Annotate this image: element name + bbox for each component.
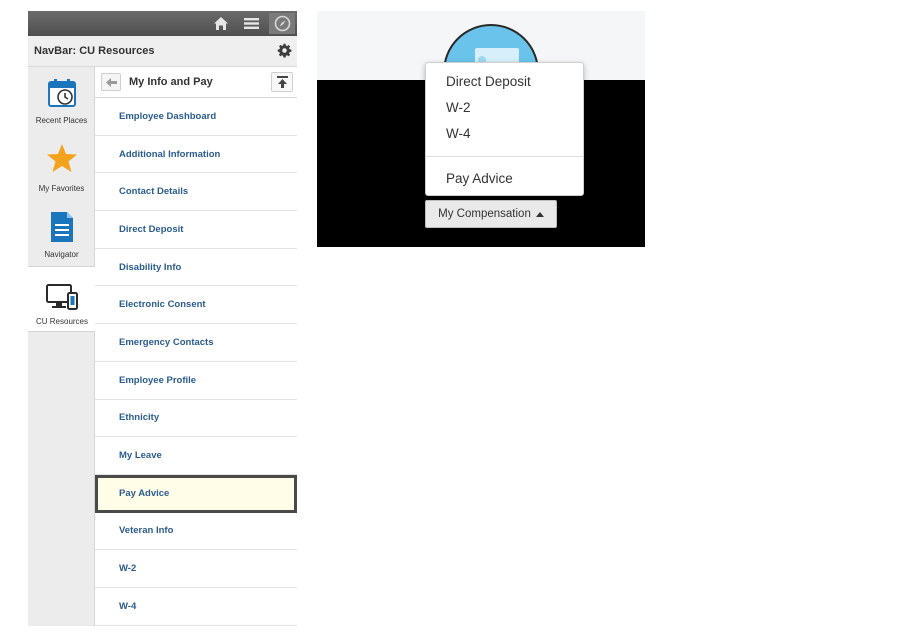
menu-item-veteran-info[interactable]: Veteran Info xyxy=(95,513,297,551)
rail-item-my-favorites[interactable]: My Favorites xyxy=(28,133,95,199)
dropdown-item-pay-advice[interactable]: Pay Advice xyxy=(446,171,513,186)
rail-label: Navigator xyxy=(44,250,79,259)
rail-item-cu-resources[interactable]: CU Resources xyxy=(28,266,96,332)
rail-item-recent-places[interactable]: Recent Places xyxy=(28,67,95,133)
dropdown-divider xyxy=(426,156,583,157)
devices-icon xyxy=(28,283,96,311)
menu-item-disability-info[interactable]: Disability Info xyxy=(95,249,297,287)
rail-label: Recent Places xyxy=(35,116,88,125)
menu-item-employee-dashboard[interactable]: Employee Dashboard xyxy=(95,98,297,136)
hamburger-menu-icon[interactable] xyxy=(241,13,261,34)
rail-label: My Favorites xyxy=(38,184,85,193)
compensation-tile: Direct Deposit W-2 W-4 Pay Advice My Com… xyxy=(317,11,645,247)
menu-item-direct-deposit[interactable]: Direct Deposit xyxy=(95,211,297,249)
navbar-list-panel: My Info and Pay Employee Dashboard Addit… xyxy=(95,67,297,626)
top-bar xyxy=(28,11,297,36)
back-button[interactable] xyxy=(101,73,121,91)
pin-button[interactable] xyxy=(271,72,293,92)
navbar-title: NavBar: CU Resources xyxy=(34,45,155,57)
my-compensation-button[interactable]: My Compensation xyxy=(425,200,557,228)
home-icon[interactable] xyxy=(211,13,231,34)
navbar-header: NavBar: CU Resources xyxy=(28,36,297,67)
list-title: My Info and Pay xyxy=(129,76,213,88)
menu-item-electronic-consent[interactable]: Electronic Consent xyxy=(95,286,297,325)
navbar-compass-icon[interactable] xyxy=(269,13,295,34)
calendar-clock-icon xyxy=(28,77,95,109)
my-compensation-label: My Compensation xyxy=(438,208,531,220)
star-icon xyxy=(28,143,95,173)
navbar-menu-list: Employee Dashboard Additional Informatio… xyxy=(95,98,297,626)
rail-item-navigator[interactable]: Navigator xyxy=(28,201,95,267)
navbar-panel: NavBar: CU Resources Recent Places My Fa… xyxy=(28,11,297,626)
pin-to-top-icon xyxy=(276,76,288,88)
menu-item-additional-information[interactable]: Additional Information xyxy=(95,136,297,174)
caret-up-icon xyxy=(535,211,544,217)
menu-item-w-2[interactable]: W-2 xyxy=(95,550,297,588)
menu-item-emergency-contacts[interactable]: Emergency Contacts xyxy=(95,324,297,362)
dropdown-item-direct-deposit[interactable]: Direct Deposit xyxy=(446,74,531,89)
menu-item-contact-details[interactable]: Contact Details xyxy=(95,173,297,212)
compensation-dropdown-menu: Direct Deposit W-2 W-4 Pay Advice xyxy=(425,62,584,196)
menu-item-pay-advice[interactable]: Pay Advice xyxy=(95,474,297,513)
dropdown-item-w-2[interactable]: W-2 xyxy=(446,100,471,115)
back-arrow-icon xyxy=(105,77,117,87)
menu-item-w-4[interactable]: W-4 xyxy=(95,588,297,626)
navbar-rail: Recent Places My Favorites Navigator CU … xyxy=(28,67,96,626)
gear-icon[interactable] xyxy=(277,43,292,63)
dropdown-item-w-4[interactable]: W-4 xyxy=(446,126,471,141)
menu-item-ethnicity[interactable]: Ethnicity xyxy=(95,400,297,438)
menu-item-employee-profile[interactable]: Employee Profile xyxy=(95,362,297,400)
list-header: My Info and Pay xyxy=(95,67,297,98)
rail-label: CU Resources xyxy=(35,317,88,326)
document-icon xyxy=(28,211,95,243)
menu-item-my-leave[interactable]: My Leave xyxy=(95,437,297,475)
